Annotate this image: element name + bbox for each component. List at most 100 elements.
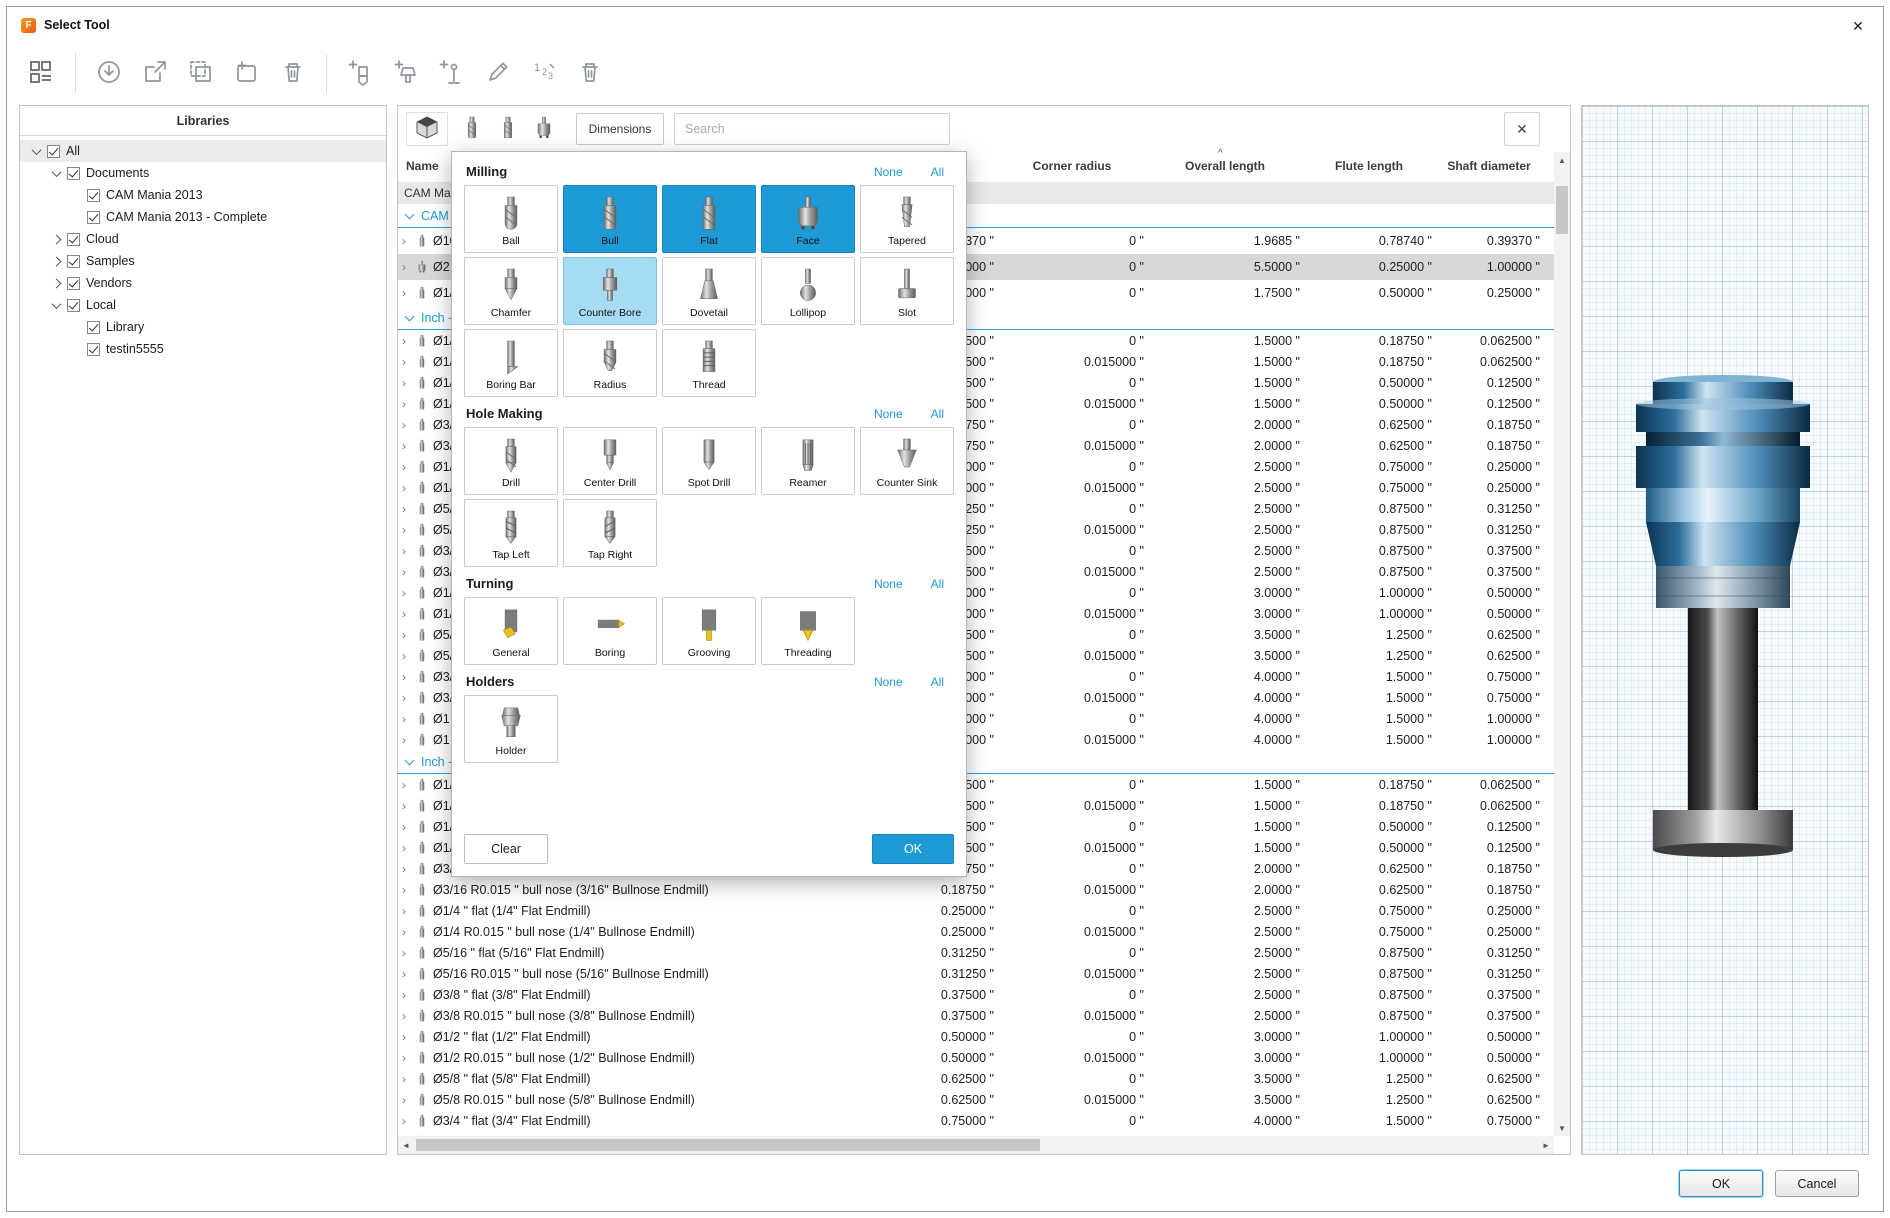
checkbox-documents[interactable] (67, 167, 80, 180)
library-item-testin5555[interactable]: testin5555 (20, 338, 386, 360)
horizontal-scroll-thumb[interactable] (416, 1139, 1040, 1151)
tool-type-card-tapered[interactable]: Tapered (860, 185, 954, 253)
expand-chevron-icon[interactable]: › (402, 820, 411, 834)
expand-chevron-icon[interactable]: › (402, 234, 411, 248)
checkbox-all[interactable] (47, 145, 60, 158)
tool-row[interactable]: ›Ø5/8 R0.015 " bull nose (5/8" Bullnose … (398, 1089, 1554, 1110)
chevron-down-icon[interactable] (48, 302, 64, 309)
expand-chevron-icon[interactable]: › (402, 607, 411, 621)
tool-row[interactable]: ›Ø1/4 " flat (1/4" Flat Endmill)0.25000 … (398, 900, 1554, 921)
tool-type-card-boring[interactable]: Boring (563, 597, 657, 665)
expand-chevron-icon[interactable]: › (402, 1093, 411, 1107)
chevron-down-icon[interactable] (48, 170, 64, 177)
expand-chevron-icon[interactable]: › (402, 778, 411, 792)
expand-chevron-icon[interactable]: › (402, 649, 411, 663)
expand-chevron-icon[interactable]: › (402, 628, 411, 642)
tool-type-card-drill[interactable]: Drill (464, 427, 558, 495)
expand-chevron-icon[interactable]: › (402, 967, 411, 981)
delete-library-button[interactable] (270, 51, 316, 95)
checkbox-testin5555[interactable] (87, 343, 100, 356)
collapse-chevron-icon[interactable] (405, 312, 415, 322)
tool-type-card-dovetail[interactable]: Dovetail (662, 257, 756, 325)
column-header-corner-radius[interactable]: Corner radius (998, 159, 1146, 173)
expand-chevron-icon[interactable]: › (402, 586, 411, 600)
expand-chevron-icon[interactable]: › (402, 670, 411, 684)
expand-chevron-icon[interactable]: › (402, 841, 411, 855)
tool-type-card-flat[interactable]: Flat (662, 185, 756, 253)
library-item-cam-mania-2013-complete[interactable]: CAM Mania 2013 - Complete (20, 206, 386, 228)
scroll-up-icon[interactable]: ▲ (1554, 152, 1570, 168)
expand-chevron-icon[interactable]: › (402, 1072, 411, 1086)
column-header-name[interactable]: Name (406, 159, 439, 173)
stock-view-button[interactable] (406, 112, 448, 146)
column-header-shaft-diameter[interactable]: Shaft diameter (1436, 159, 1542, 173)
checkbox-local[interactable] (67, 299, 80, 312)
tool-type-card-tap-left[interactable]: Tap Left (464, 499, 558, 567)
expand-chevron-icon[interactable]: › (402, 988, 411, 1002)
tool-type-card-thread[interactable]: Thread (662, 329, 756, 397)
checkbox-cloud[interactable] (67, 233, 80, 246)
library-item-documents[interactable]: Documents (20, 162, 386, 184)
expand-chevron-icon[interactable]: › (402, 712, 411, 726)
tool-type-card-chamfer[interactable]: Chamfer (464, 257, 558, 325)
export-tool-button[interactable] (132, 51, 178, 95)
delete-tool-button[interactable] (567, 51, 613, 95)
select-none-link[interactable]: None (874, 165, 903, 179)
expand-chevron-icon[interactable]: › (402, 1009, 411, 1023)
face-mill-filter-button[interactable] (528, 108, 560, 150)
close-filter-button[interactable]: ✕ (1504, 112, 1540, 146)
tool-type-card-boring-bar[interactable]: Boring Bar (464, 329, 558, 397)
expand-chevron-icon[interactable]: › (402, 799, 411, 813)
new-probe-button[interactable] (429, 51, 475, 95)
library-item-cam-mania-2013[interactable]: CAM Mania 2013 (20, 184, 386, 206)
new-mill-tool-button[interactable] (337, 51, 383, 95)
chevron-right-icon[interactable] (48, 280, 64, 287)
column-header-flute-length[interactable]: Flute length (1304, 159, 1434, 173)
select-all-link[interactable]: All (931, 407, 944, 421)
ok-button[interactable]: OK (1679, 1170, 1763, 1197)
expand-chevron-icon[interactable]: › (402, 523, 411, 537)
select-all-link[interactable]: All (931, 165, 944, 179)
checkbox-vendors[interactable] (67, 277, 80, 290)
tool-type-card-holder[interactable]: Holder (464, 695, 558, 763)
library-item-cloud[interactable]: Cloud (20, 228, 386, 250)
tool-type-card-counter-bore[interactable]: Counter Bore (563, 257, 657, 325)
select-all-link[interactable]: All (931, 577, 944, 591)
new-library-button[interactable] (224, 51, 270, 95)
tool-row[interactable]: ›Ø1/2 " flat (1/2" Flat Endmill)0.50000 … (398, 1026, 1554, 1047)
chevron-right-icon[interactable] (48, 236, 64, 243)
tool-type-card-counter-sink[interactable]: Counter Sink (860, 427, 954, 495)
expand-chevron-icon[interactable]: › (402, 418, 411, 432)
copy-tool-button[interactable] (178, 51, 224, 95)
expand-chevron-icon[interactable]: › (402, 904, 411, 918)
library-item-all[interactable]: All (20, 140, 386, 162)
tool-row[interactable]: ›Ø3/4 " flat (3/4" Flat Endmill)0.75000 … (398, 1110, 1554, 1131)
tool-type-card-lollipop[interactable]: Lollipop (761, 257, 855, 325)
scroll-left-icon[interactable]: ◄ (398, 1136, 414, 1154)
expand-chevron-icon[interactable]: › (402, 565, 411, 579)
horizontal-scrollbar[interactable]: ◄ ► (398, 1136, 1554, 1154)
tool-type-card-radius[interactable]: Radius (563, 329, 657, 397)
expand-chevron-icon[interactable]: › (402, 439, 411, 453)
bull-endmill-filter-button[interactable] (456, 108, 488, 150)
cancel-button[interactable]: Cancel (1775, 1170, 1859, 1197)
tool-type-card-spot-drill[interactable]: Spot Drill (662, 427, 756, 495)
expand-chevron-icon[interactable]: › (402, 862, 411, 876)
column-header-overall-length[interactable]: Overall length (1148, 159, 1302, 173)
expand-chevron-icon[interactable]: › (402, 1051, 411, 1065)
tool-type-card-face[interactable]: Face (761, 185, 855, 253)
expand-chevron-icon[interactable]: › (402, 355, 411, 369)
expand-chevron-icon[interactable]: › (402, 376, 411, 390)
tool-type-card-grooving[interactable]: Grooving (662, 597, 756, 665)
tool-type-card-ball[interactable]: Ball (464, 185, 558, 253)
tool-row[interactable]: ›Ø3/8 " flat (3/8" Flat Endmill)0.37500 … (398, 984, 1554, 1005)
select-none-link[interactable]: None (874, 577, 903, 591)
scroll-down-icon[interactable]: ▼ (1554, 1120, 1570, 1136)
vertical-scrollbar[interactable]: ▲ ▼ (1554, 152, 1570, 1136)
expand-chevron-icon[interactable]: › (402, 1030, 411, 1044)
tool-type-card-general[interactable]: General (464, 597, 558, 665)
expand-chevron-icon[interactable]: › (402, 481, 411, 495)
collapse-chevron-icon[interactable] (405, 756, 415, 766)
expand-chevron-icon[interactable]: › (402, 334, 411, 348)
tool-type-card-reamer[interactable]: Reamer (761, 427, 855, 495)
